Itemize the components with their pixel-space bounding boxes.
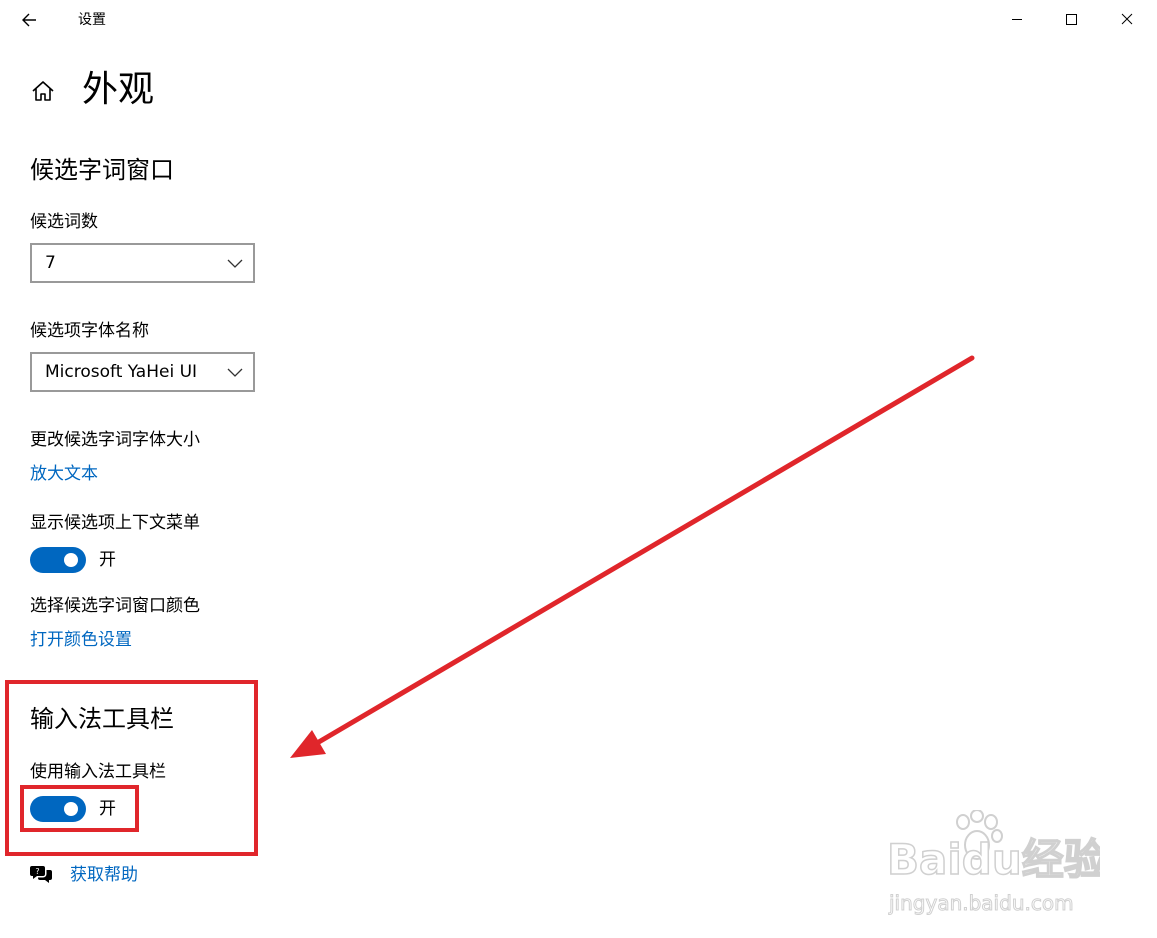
watermark-logo-text: Baidu经验 (887, 835, 1100, 884)
settings-window: 设置 外观 候选字词窗口 候选词数 7 候选项字体名称 Microsoft Ya… (0, 0, 1157, 938)
annotation-arrow (290, 355, 975, 758)
baidu-watermark: Baidu经验 jingyan.baidu.com (885, 809, 1106, 920)
watermark-url-text: jingyan.baidu.com (888, 891, 1074, 915)
